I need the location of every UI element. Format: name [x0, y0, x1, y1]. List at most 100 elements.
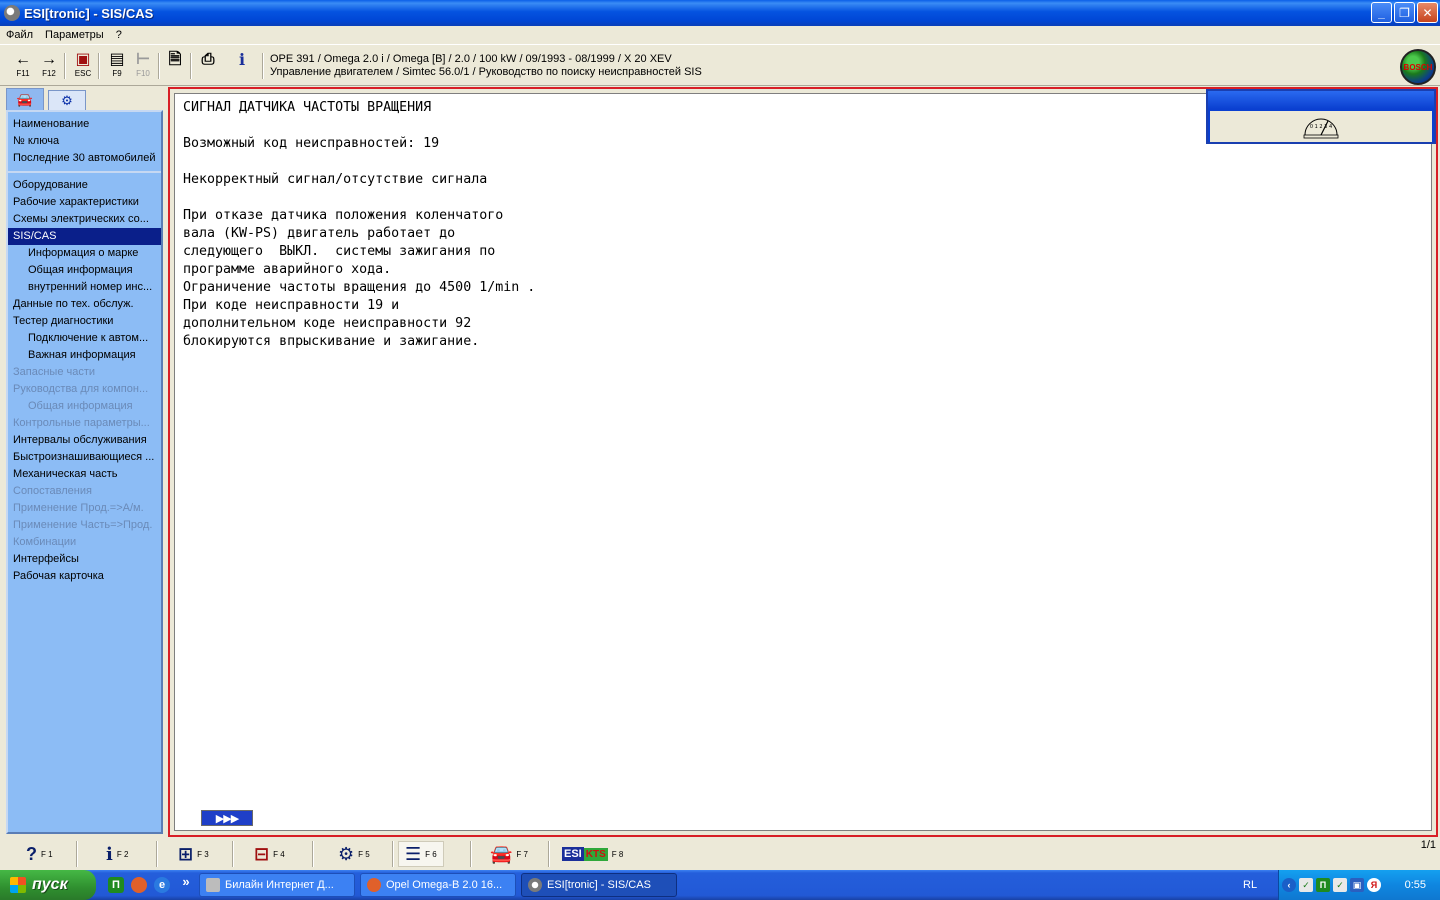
document-line: вала (KW-PS) двигатель работает до	[183, 226, 456, 241]
task-opel-omega[interactable]: Opel Omega-B 2.0 16...	[360, 873, 516, 897]
nav-item[interactable]: Подключение к автом...	[8, 330, 161, 347]
nav-item[interactable]: Интерфейсы	[8, 551, 161, 568]
tab-engine[interactable]: ⚙	[48, 90, 86, 110]
nav-item[interactable]: Тестер диагностики	[8, 313, 161, 330]
nav-item[interactable]: Схемы электрических со...	[8, 211, 161, 228]
document-button[interactable]: 🗎	[162, 51, 188, 83]
nav-item-name[interactable]: Наименование	[8, 116, 161, 133]
f9-button[interactable]: ▤ F9	[104, 51, 130, 83]
engine-icon: ⚙	[61, 92, 73, 108]
kts-icon: KTS	[583, 847, 608, 861]
nav-item: Руководства для компон...	[13, 383, 149, 395]
f8-esi-kts-button[interactable]: ESI KTS F 8	[562, 841, 623, 867]
language-indicator[interactable]: RL	[1243, 879, 1257, 891]
toolbar-separator	[64, 53, 66, 79]
vehicle-line-2: Управление двигателем / Simtec 56.0/1 / …	[270, 66, 702, 78]
maximize-button[interactable]: ❐	[1394, 2, 1415, 23]
minimize-button[interactable]: _	[1371, 2, 1392, 23]
f5-tester-button[interactable]: ⚙ F 5	[338, 841, 370, 867]
fkey-separator	[548, 841, 550, 867]
title-bar: ESI[tronic] - SIS/CAS _ ❐ ✕	[0, 0, 1440, 26]
tester-icon: ⚙	[338, 843, 355, 864]
connection-icon[interactable]: ▣	[1350, 878, 1364, 892]
nav-item-key-number[interactable]: № ключа	[8, 133, 161, 150]
window-controls: _ ❐ ✕	[1371, 2, 1438, 23]
update-icon[interactable]: ✓	[1333, 878, 1347, 892]
yandex-icon[interactable]: Я	[1367, 878, 1381, 892]
menu-options[interactable]: Параметры	[39, 29, 110, 41]
wiring-diagram-icon: ⊟	[254, 843, 270, 864]
vehicle-line-1: OPE 391 / Omega 2.0 i / Omega [B] / 2.0 …	[270, 53, 672, 65]
nav-item[interactable]: Интервалы обслуживания	[8, 432, 161, 449]
next-page-button[interactable]: ▶▶▶	[201, 810, 253, 826]
taskbar: пуск П e » Билайн Интернет Д... Opel Ome…	[0, 870, 1440, 900]
app-icon	[4, 5, 20, 21]
help-icon: ?	[26, 843, 37, 864]
print-button[interactable]: ⎙	[195, 51, 221, 83]
panel-tabs: 🚘 ⚙	[3, 88, 163, 110]
task-beeline[interactable]: Билайн Интернет Д...	[199, 873, 355, 897]
nav-item: Запасные части	[13, 366, 96, 378]
gauge-icon: 0 1 2 3 4	[1303, 118, 1339, 138]
nav-item[interactable]: Рабочие характеристики	[8, 194, 161, 211]
f6-document-button[interactable]: ☰ F 6	[398, 841, 444, 867]
nav-item: Применение Часть=>Прод.	[13, 519, 153, 531]
document-view[interactable]: СИГНАЛ ДАТЧИКА ЧАСТОТЫ ВРАЩЕНИЯ Возможный…	[174, 93, 1432, 831]
nav-item[interactable]: SIS/CAS	[8, 228, 161, 245]
nav-item[interactable]: Быстроизнашивающиеся ...	[8, 449, 161, 466]
left-panel: 🚘 ⚙ Наименование № ключа Последние 30 ав…	[3, 88, 163, 836]
arrow-left-icon: ←	[15, 51, 31, 68]
f10-button[interactable]: ⊢ F10	[130, 51, 156, 83]
back-button[interactable]: ← F11	[10, 51, 36, 83]
nav-item[interactable]: Данные по тех. обслуж.	[8, 296, 161, 313]
nav-item[interactable]: внутренний номер инс...	[8, 279, 161, 296]
nav-item[interactable]: Важная информация	[8, 347, 161, 364]
document-line: СИГНАЛ ДАТЧИКА ЧАСТОТЫ ВРАЩЕНИЯ	[183, 100, 432, 115]
fkey-separator	[232, 841, 234, 867]
network-icon[interactable]: ✓	[1299, 878, 1313, 892]
menu-help[interactable]: ?	[110, 29, 128, 41]
nav-item[interactable]: Оборудование	[8, 177, 161, 194]
nav-item[interactable]: Механическая часть	[8, 466, 161, 483]
tab-vehicle[interactable]: 🚘	[6, 88, 44, 110]
document-line: При отказе датчика положения коленчатого	[183, 208, 504, 223]
nav-item-last-30[interactable]: Последние 30 автомобилей	[8, 150, 161, 167]
f2-info-button[interactable]: i F 2	[106, 841, 128, 867]
firefox-icon[interactable]	[131, 877, 147, 893]
menu-bar: Файл Параметры ?	[0, 26, 1440, 44]
info-button[interactable]: i	[229, 51, 255, 83]
internet-explorer-icon[interactable]: e	[154, 877, 170, 893]
tray-expand-icon[interactable]: ‹	[1282, 878, 1296, 892]
nav-item[interactable]: Информация о марке	[8, 245, 161, 262]
tray-app-icon[interactable]: П	[1316, 878, 1330, 892]
tree-icon: ⊢	[135, 51, 151, 68]
f4-wiring-button[interactable]: ⊟ F 4	[254, 841, 285, 867]
f7-vehicle-button[interactable]: 🚘 F 7	[490, 841, 528, 867]
function-key-bar: ? F 1 i F 2 ⊞ F 3 ⊟ F 4 ⚙ F 5 ☰ F 6 🚘 F …	[0, 837, 1440, 870]
quicklaunch-more-icon[interactable]: »	[178, 873, 194, 889]
f3-components-button[interactable]: ⊞ F 3	[178, 841, 209, 867]
clock: 0:55	[1404, 879, 1426, 891]
task-esitronic[interactable]: ESI[tronic] - SIS/CAS	[521, 873, 677, 897]
esc-button[interactable]: ▣ ESC	[70, 51, 96, 83]
info-icon: i	[238, 50, 246, 69]
quicklaunch-icon-1[interactable]: П	[108, 877, 124, 893]
nav-item: Сопоставления	[13, 485, 92, 497]
measurement-button[interactable]: 0 1 2 3 4	[1210, 111, 1432, 142]
nav-item[interactable]: Рабочая карточка	[8, 568, 161, 585]
windows-flag-icon	[10, 877, 26, 893]
nav-item: Общая информация	[28, 400, 133, 412]
nav-item[interactable]: Общая информация	[8, 262, 161, 279]
document-text: СИГНАЛ ДАТЧИКА ЧАСТОТЫ ВРАЩЕНИЯ Возможный…	[183, 99, 535, 351]
close-button[interactable]: ✕	[1417, 2, 1438, 23]
f1-help-button[interactable]: ? F 1	[26, 841, 53, 867]
nav-group-vehicle: Наименование № ключа Последние 30 автомо…	[8, 112, 161, 167]
car-icon: 🚘	[16, 91, 34, 107]
menu-file[interactable]: Файл	[0, 29, 39, 41]
fkey-separator	[312, 841, 314, 867]
forward-button[interactable]: → F12	[36, 51, 62, 83]
start-button[interactable]: пуск	[0, 870, 96, 900]
system-tray: RL ‹ ✓ П ✓ ▣ Я 0:55	[1243, 870, 1440, 900]
